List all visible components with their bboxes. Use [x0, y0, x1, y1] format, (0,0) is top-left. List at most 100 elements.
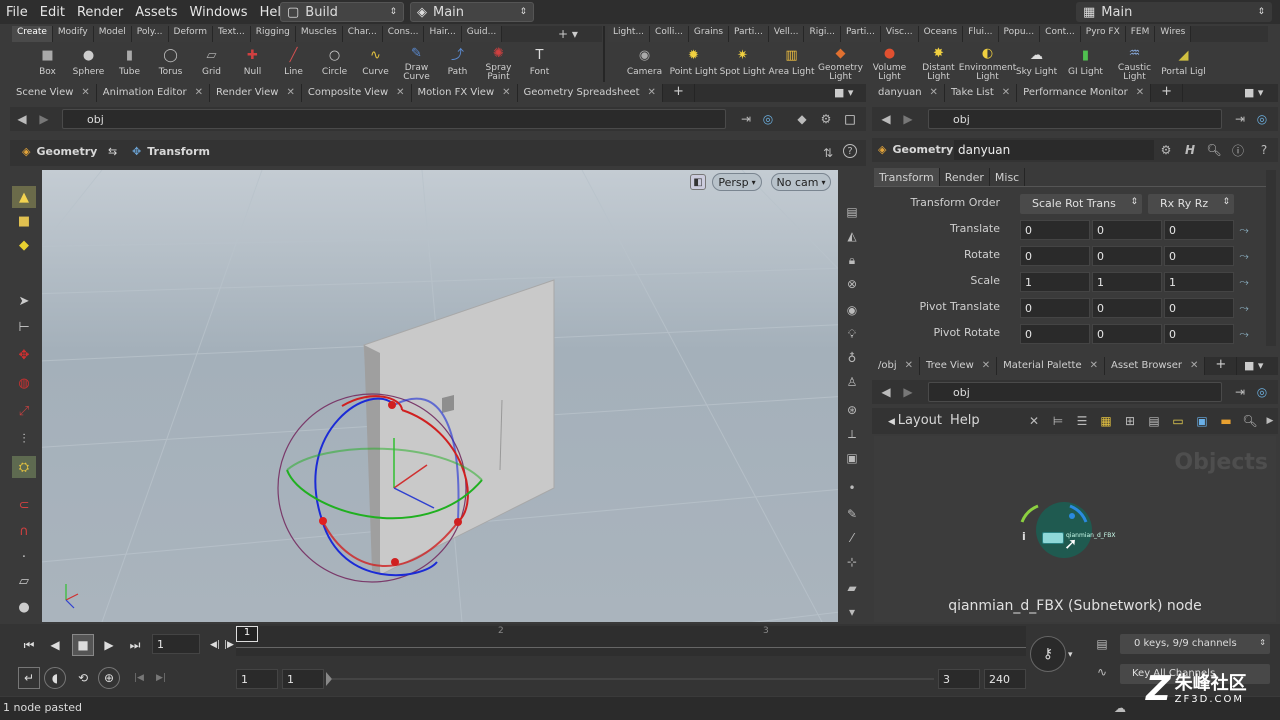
camera-view-icon[interactable]: ⊛ [842, 400, 862, 420]
shelf-tool-line[interactable]: ╱ Line [273, 42, 314, 82]
parm-field-z[interactable]: 0 [1164, 324, 1234, 344]
parm-action-icon[interactable]: ⤳ [1236, 248, 1252, 264]
parm-field-x[interactable]: 0 [1020, 246, 1090, 266]
pane-tab[interactable]: /obj ✕ [872, 357, 921, 375]
cube-icon[interactable]: ◆ [794, 111, 810, 127]
realtime-icon[interactable]: ↵ [18, 667, 40, 689]
loop-icon[interactable]: ⟲ [72, 667, 94, 689]
close-tab-icon[interactable]: ✕ [1002, 87, 1010, 99]
left-path-field[interactable]: obj [62, 109, 726, 129]
scale-icon[interactable]: ⤢ [12, 400, 36, 422]
shelf-tool-spray-paint[interactable]: ✺ Spray Paint [478, 42, 519, 82]
pane-tab[interactable]: Composite View ✕ [301, 84, 412, 102]
plane-icon[interactable]: ▱ [12, 570, 36, 592]
pane-tab[interactable]: Performance Monitor ✕ [1017, 84, 1152, 102]
shelf-tab[interactable]: Parti... [841, 26, 881, 42]
stop-icon[interactable]: ■ [72, 634, 94, 656]
right-bottom-path-field[interactable]: obj [928, 382, 1222, 402]
parm-field-y[interactable]: 0 [1092, 324, 1162, 344]
shelf-tool-sky-light[interactable]: ☁ Sky Light [1012, 42, 1061, 82]
shelf-tool-path[interactable]: ⤴ Path [437, 42, 478, 82]
range-start-field[interactable]: 1 [282, 669, 324, 689]
close-tab-icon[interactable]: ✕ [396, 87, 404, 99]
shelf-tab[interactable]: Parti... [729, 26, 769, 42]
shelf-tool-portal-light[interactable]: ◢ Portal Ligl [1159, 42, 1208, 82]
bone-icon[interactable]: ⫶ [12, 428, 36, 450]
select-geometry-icon[interactable]: ■ [12, 210, 36, 232]
parm-field-y[interactable]: 0 [1092, 298, 1162, 318]
small-dot-icon[interactable]: · [12, 546, 36, 568]
menu-file[interactable]: File [0, 5, 34, 20]
help-icon[interactable]: ? [1256, 142, 1272, 158]
sphere-view-icon[interactable]: ● [12, 596, 36, 618]
parm-tab-transform[interactable]: Transform [874, 168, 940, 187]
parm-action-icon[interactable]: ⤳ [1236, 274, 1252, 290]
close-tab-icon[interactable]: ✕ [648, 87, 656, 99]
back-arrow-icon[interactable]: ◀ [878, 111, 894, 127]
pane-menu-icon[interactable]: ■ ▾ [1244, 359, 1263, 372]
context-transform[interactable]: ✥ Transform [132, 145, 210, 158]
box-network-icon[interactable]: ▬ [1218, 413, 1234, 429]
add-tab-icon[interactable]: + [663, 84, 695, 102]
keys-channels[interactable]: 0 keys, 9/9 channels ⇕ [1120, 634, 1270, 654]
shelf-tab[interactable]: Modify [52, 26, 94, 42]
caret-down-icon[interactable]: ▾ [1068, 650, 1073, 660]
list-icon[interactable]: ☰ [1074, 413, 1090, 429]
handle-dot[interactable] [319, 517, 327, 525]
shelf-tab[interactable]: Flui... [963, 26, 999, 42]
context-geometry[interactable]: ◈ Geometry [22, 145, 97, 158]
shelf-tab[interactable]: Text... [212, 26, 251, 42]
xray-icon[interactable]: ⊗ [842, 274, 862, 294]
view-lock-icon[interactable]: ◧ [690, 174, 706, 190]
add-shelf-icon[interactable]: + ▾ [558, 27, 578, 41]
parm-field-x[interactable]: 0 [1020, 298, 1090, 318]
global-icon[interactable]: ⊕ [98, 667, 120, 689]
stack-icon[interactable]: ▤ [1146, 413, 1162, 429]
jump-start-icon[interactable]: ⏮ [18, 634, 40, 656]
shelf-tool-null[interactable]: ✚ Null [232, 42, 273, 82]
shelf-tool-grid[interactable]: ▱ Grid [191, 42, 232, 82]
shelf-tab[interactable]: Deform [168, 26, 213, 42]
shelf-tab[interactable]: Oceans [918, 26, 964, 42]
shelf-tab[interactable]: Vell... [768, 26, 805, 42]
current-frame-field[interactable]: 1 [152, 634, 200, 654]
help-menu[interactable]: Help [950, 413, 980, 428]
info-icon[interactable]: ⓘ [1230, 142, 1246, 158]
shelf-tab[interactable]: Colli... [650, 26, 689, 42]
parm-action-icon[interactable]: ⤳ [1236, 326, 1252, 342]
right-desktop-select[interactable]: ▦ Main ⇕ [1076, 2, 1272, 22]
tools-icon[interactable]: ✕ [1026, 413, 1042, 429]
background-icon[interactable]: ◉ [842, 300, 862, 320]
image-icon[interactable]: ▣ [1194, 413, 1210, 429]
shelf-tab[interactable]: Model [93, 26, 132, 42]
brush-icon[interactable]: ⁄ [842, 528, 862, 548]
range-end-field[interactable]: 3 [938, 669, 980, 689]
parm-field-z[interactable]: 0 [1164, 298, 1234, 318]
shelf-tool-gi-light[interactable]: ▮ GI Light [1061, 42, 1110, 82]
shelf-tab[interactable]: Light... [608, 26, 651, 42]
shelf-tool-curve[interactable]: ∿ Curve [355, 42, 396, 82]
shelf-tab[interactable]: Pyro FX [1080, 26, 1126, 42]
shelf-tab[interactable]: Cons... [382, 26, 425, 42]
close-tab-icon[interactable]: ✕ [195, 87, 203, 99]
move-icon[interactable]: ✥ [12, 344, 36, 366]
shelf-tool-camera[interactable]: ◉ Camera [620, 42, 669, 82]
jump-end-icon[interactable]: ⏭ [124, 634, 146, 656]
close-tab-icon[interactable]: ✕ [1136, 87, 1144, 99]
shelf-tool-volume-light[interactable]: ● Volume Light [865, 42, 914, 82]
key-icon[interactable]: ⚷ [1030, 636, 1066, 672]
light-bulb-icon[interactable]: 💡︎ [842, 324, 862, 344]
link-icon[interactable]: ◎ [760, 111, 776, 127]
shelf-tab[interactable]: Muscles [295, 26, 343, 42]
sticky-note-icon[interactable]: ▭ [1170, 413, 1186, 429]
add-tab-icon[interactable]: + [1151, 84, 1184, 102]
settings-icon[interactable]: ⚙ [818, 111, 834, 127]
rotate-icon[interactable]: ◍ [12, 372, 36, 394]
close-tab-icon[interactable]: ✕ [930, 87, 938, 99]
parm-field-z[interactable]: 1 [1164, 272, 1234, 292]
ghost-icon[interactable]: ◭ [842, 226, 862, 246]
shelf-tab[interactable]: FEM [1125, 26, 1156, 42]
render-region-icon[interactable]: ⊹ [842, 552, 862, 572]
scene-viewport[interactable]: ◧ Persp ▾ No cam ▾ [42, 170, 838, 622]
right-top-path-field[interactable]: obj [928, 109, 1222, 129]
